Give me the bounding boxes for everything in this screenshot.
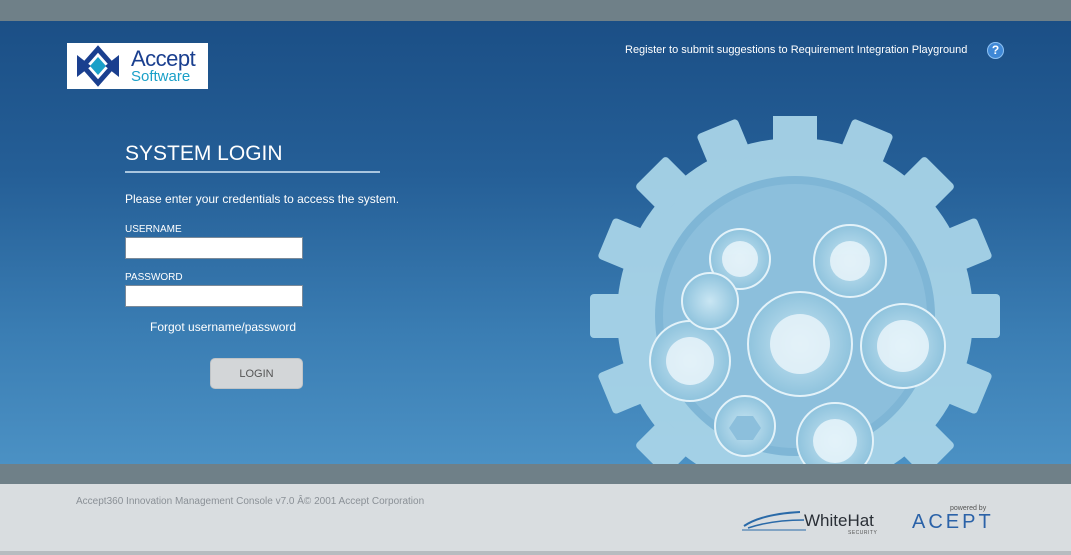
gear-illustration [590,116,1000,464]
whitehat-logo-subtext: SECURITY [848,530,878,536]
username-input[interactable] [125,237,303,259]
bottom-border [0,551,1071,555]
top-bar [0,0,1071,21]
username-label: USERNAME [125,224,182,235]
accept-logo-icon [69,45,127,87]
help-icon[interactable]: ? [987,42,1004,59]
accept-software-logo[interactable]: Accept Software [67,43,208,89]
copyright-text: Accept360 Innovation Management Console … [76,496,425,507]
page-title: SYSTEM LOGIN [125,142,283,165]
hero-panel: Accept Software Register to submit sugge… [0,21,1071,464]
footer-divider-bar [0,464,1071,484]
whitehat-logo-text: WhiteHat [804,511,874,530]
register-link[interactable]: Register to submit suggestions to Requir… [625,44,967,56]
login-button[interactable]: LOGIN [210,358,303,389]
title-underline [125,171,380,173]
forgot-credentials-link[interactable]: Forgot username/password [150,320,296,334]
login-instructions: Please enter your credentials to access … [125,192,400,206]
whitehat-logo-icon [742,511,806,531]
logo-text-software: Software [131,68,191,85]
password-label: PASSWORD [125,272,183,283]
footer [0,484,1071,551]
accept-powered-logo: ACEPT [912,511,994,533]
password-input[interactable] [125,285,303,307]
